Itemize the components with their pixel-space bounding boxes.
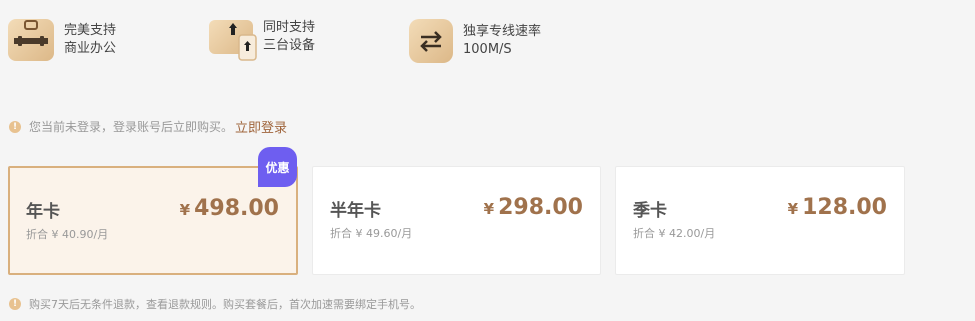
plan-price: ¥ 498.00 xyxy=(180,196,279,221)
swap-arrows-icon xyxy=(409,19,453,63)
multi-device-icon xyxy=(209,20,257,61)
warning-icon: ! xyxy=(9,298,21,310)
feature-line2: 三台设备 xyxy=(263,38,316,53)
plan-monthly: 折合 ¥ 40.90/月 xyxy=(26,228,109,241)
plan-card-quarterly[interactable]: 季卡 ¥ 128.00 折合 ¥ 42.00/月 xyxy=(615,166,905,275)
feature-line2: 商业办公 xyxy=(64,41,117,56)
plan-card-annual[interactable]: 年卡 ¥ 498.00 折合 ¥ 40.90/月 xyxy=(8,166,298,275)
currency-symbol: ¥ xyxy=(787,200,799,218)
refund-footnote: ! 购买7天后无条件退款，查看退款规则。购买套餐后，首次加速需要绑定手机号。 xyxy=(9,296,421,312)
plan-card-half-year[interactable]: 半年卡 ¥ 298.00 折合 ¥ 49.60/月 xyxy=(312,166,601,275)
price-value: 498.00 xyxy=(194,196,279,221)
briefcase-icon xyxy=(8,19,54,61)
price-value: 128.00 xyxy=(802,195,887,220)
feature-line1: 同时支持 xyxy=(263,20,316,35)
plan-name: 季卡 xyxy=(633,201,667,221)
warning-icon: ! xyxy=(9,120,21,133)
feature-speed: 独享专线速率 100M/S xyxy=(409,19,541,63)
plan-name: 半年卡 xyxy=(330,201,381,221)
login-notice: ! 您当前未登录，登录账号后立即购买。 立即登录 xyxy=(9,117,287,136)
plan-price: ¥ 128.00 xyxy=(788,195,887,220)
plan-monthly: 折合 ¥ 42.00/月 xyxy=(633,227,716,240)
login-link[interactable]: 立即登录 xyxy=(235,117,287,136)
discount-badge: 优惠 xyxy=(258,147,297,187)
feature-line1: 独享专线速率 xyxy=(463,24,542,39)
price-value: 298.00 xyxy=(498,195,583,220)
currency-symbol: ¥ xyxy=(179,201,191,219)
plan-price: ¥ 298.00 xyxy=(484,195,583,220)
feature-devices: 同时支持 三台设备 xyxy=(209,19,316,61)
currency-symbol: ¥ xyxy=(483,200,495,218)
feature-business: 完美支持 商业办公 xyxy=(8,19,116,61)
feature-line1: 完美支持 xyxy=(64,23,117,38)
login-notice-text: 您当前未登录，登录账号后立即购买。 xyxy=(29,120,234,134)
feature-line2: 100M/S xyxy=(463,42,512,57)
plan-name: 年卡 xyxy=(26,202,60,222)
footnote-text: 购买7天后无条件退款，查看退款规则。购买套餐后，首次加速需要绑定手机号。 xyxy=(29,298,421,311)
plan-monthly: 折合 ¥ 49.60/月 xyxy=(330,227,413,240)
